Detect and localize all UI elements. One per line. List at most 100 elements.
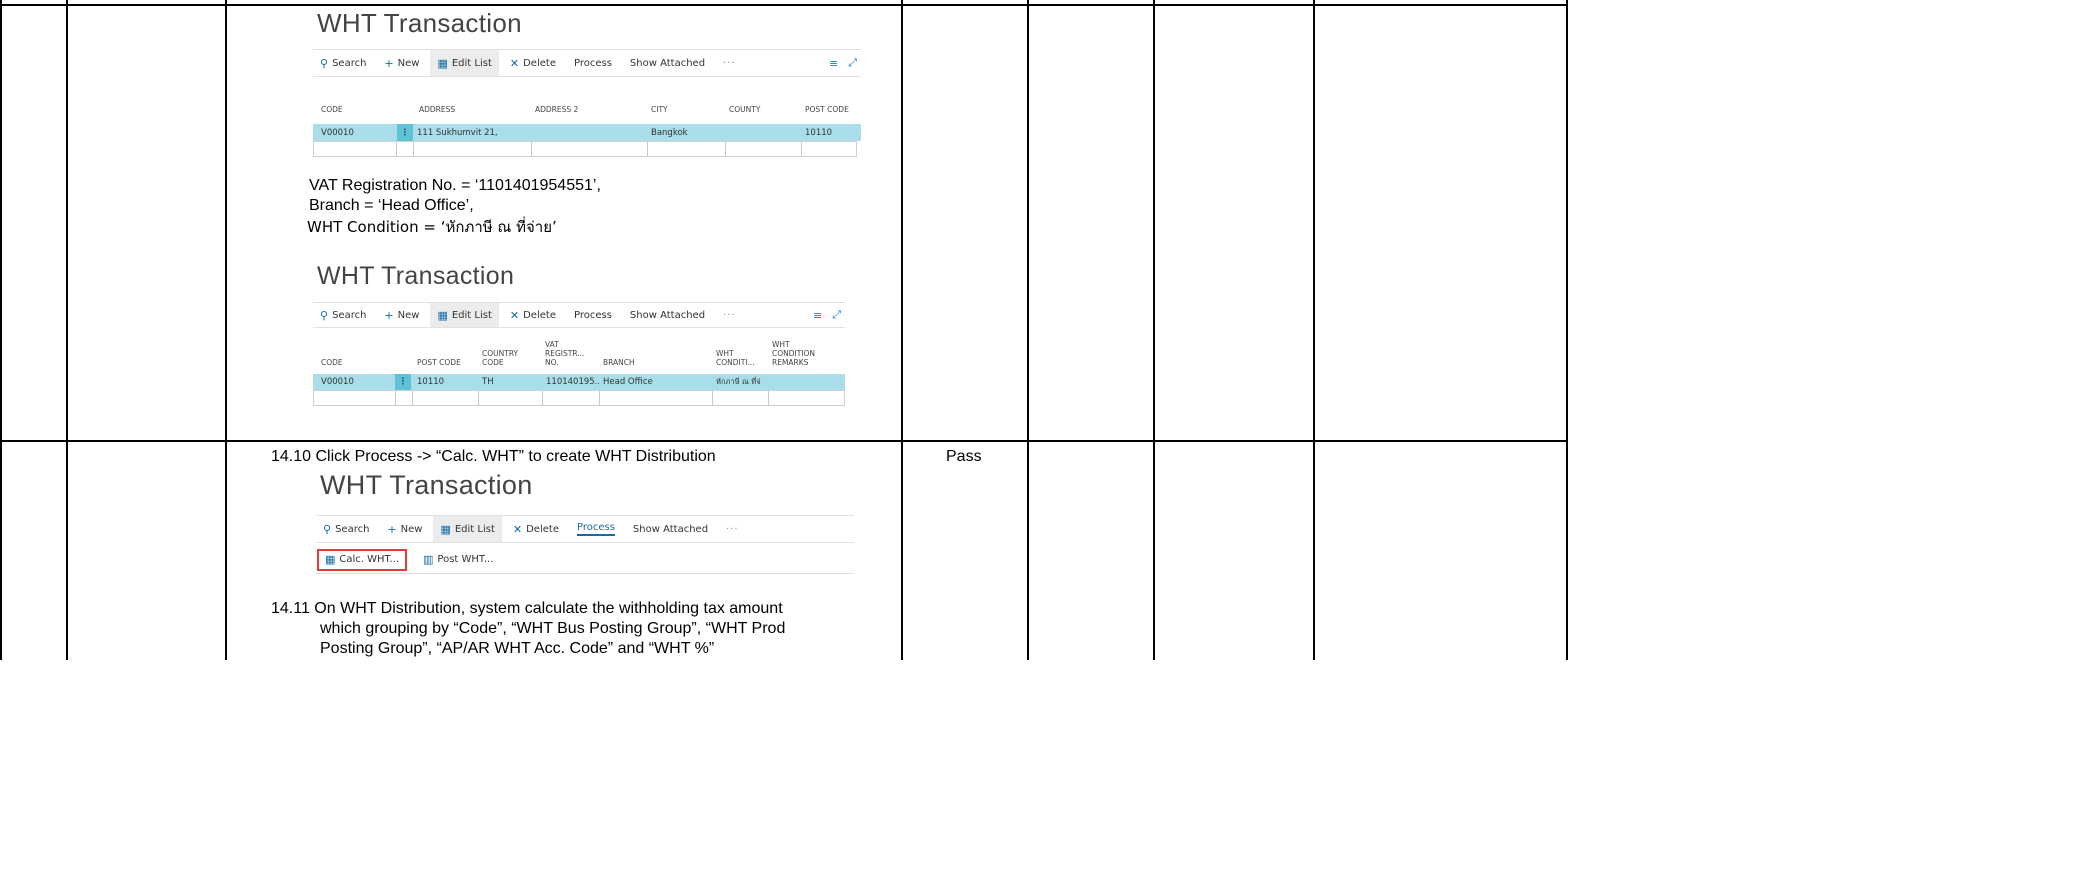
step-14-11-line-1: 14.11 On WHT Distribution, system calcul…	[271, 600, 783, 617]
cell-code: V00010	[321, 377, 354, 387]
search-icon: ⚲	[320, 56, 329, 70]
table-row-new[interactable]	[313, 390, 845, 406]
condition-vat-registration: VAT Registration No. = ‘1101401954551’,	[309, 177, 601, 194]
edit-list-button[interactable]: ▦ Edit List	[433, 516, 502, 542]
column-header-post-code[interactable]: POST CODE	[805, 105, 849, 114]
wht-transaction-screenshot-1: WHT Transaction ⚲ Search + New ▦ Edit List …	[313, 8, 861, 160]
wht-transaction-screenshot-3: WHT Transaction ⚲ Search + New ▦ Edit List …	[316, 470, 854, 576]
search-icon: ⚲	[323, 522, 332, 536]
search-button[interactable]: ⚲ Search	[316, 516, 376, 542]
table-row-new[interactable]	[313, 141, 857, 157]
edit-list-icon: ▦	[437, 308, 448, 322]
column-header-wht-condition[interactable]: WHT CONDITI...	[716, 349, 762, 367]
step-14-11-line-2: which grouping by “Code”, “WHT Bus Posti…	[320, 620, 786, 637]
table-row-divider	[0, 440, 1568, 442]
table-col-divider-1	[66, 0, 68, 660]
new-button[interactable]: + New	[380, 516, 429, 542]
row-actions-icon[interactable]: ⋮	[395, 374, 411, 390]
table-row[interactable]: V00010 ⋮ 111 Sukhumvit 21, Bangkok 10110	[313, 124, 861, 141]
column-header-country-code[interactable]: COUNTRY CODE	[482, 349, 526, 367]
column-header-county[interactable]: COUNTY	[729, 105, 760, 114]
table-row[interactable]: V00010 ⋮ 10110 TH 110140195... Head Offi…	[313, 374, 845, 390]
new-button[interactable]: + New	[377, 303, 426, 327]
process-menu[interactable]: Process	[567, 50, 619, 76]
search-icon: ⚲	[320, 308, 329, 322]
table-col-divider-5	[1153, 0, 1155, 660]
list-icon[interactable]: ≡	[813, 309, 822, 322]
expand-icon[interactable]: ⤢	[848, 56, 857, 70]
table-border-left	[0, 0, 2, 660]
calculator-icon: ▦	[325, 553, 336, 566]
step-14-10-result: Pass	[946, 448, 982, 465]
step-14-10-text: 14.10 Click Process -> “Calc. WHT” to cr…	[271, 448, 716, 465]
close-icon: ✕	[509, 56, 520, 70]
cell-code: V00010	[321, 127, 354, 138]
action-bar: ⚲ Search + New ▦ Edit List ✕ Delete Process …	[313, 302, 845, 328]
cell-country-code: TH	[482, 377, 494, 387]
cell-post-code: 10110	[805, 127, 833, 138]
more-options-button[interactable]: ···	[719, 516, 746, 542]
expand-icon[interactable]: ⤢	[832, 308, 841, 322]
condition-wht: WHT Condition = ‘หักภาษี ณ ที่จ่าย’	[307, 218, 557, 236]
table-col-divider-6	[1313, 0, 1315, 660]
table-col-divider-2	[225, 0, 227, 660]
process-menu[interactable]: Process	[567, 303, 619, 327]
more-options-button[interactable]: ···	[716, 303, 743, 327]
table-col-divider-3	[901, 0, 903, 660]
delete-button[interactable]: ✕ Delete	[506, 516, 566, 542]
table-col-divider-4	[1027, 0, 1029, 660]
edit-list-button[interactable]: ▦ Edit List	[430, 303, 499, 327]
search-button[interactable]: ⚲ Search	[313, 303, 373, 327]
show-attached-button[interactable]: Show Attached	[623, 303, 712, 327]
column-header-vat-registration[interactable]: VAT REGISTR... NO.	[545, 340, 589, 367]
plus-icon: +	[384, 56, 394, 70]
process-menu[interactable]: Process	[570, 516, 622, 542]
cell-post-code: 10110	[417, 377, 445, 387]
column-header-code[interactable]: CODE	[321, 358, 343, 367]
plus-icon: +	[384, 308, 394, 322]
column-header-branch[interactable]: BRANCH	[603, 358, 635, 367]
cell-county	[725, 124, 801, 141]
page-title: WHT Transaction	[320, 470, 533, 500]
more-options-button[interactable]: ···	[716, 50, 743, 76]
action-bar: ⚲ Search + New ▦ Edit List ✕ Delete Process …	[313, 49, 861, 77]
list-icon[interactable]: ≡	[829, 57, 838, 70]
column-header-city[interactable]: CITY	[651, 105, 668, 114]
post-wht-button[interactable]: ▥ Post WHT...	[417, 549, 499, 571]
close-icon: ✕	[512, 522, 523, 536]
new-button[interactable]: + New	[377, 50, 426, 76]
cell-address: 111 Sukhumvit 21,	[417, 127, 498, 138]
wht-transaction-screenshot-2: WHT Transaction ⚲ Search + New ▦ Edit List …	[313, 260, 845, 408]
cell-wht-condition: หักภาษี ณ ที่จ่	[716, 377, 761, 386]
edit-list-icon: ▦	[440, 522, 451, 536]
search-button[interactable]: ⚲ Search	[313, 50, 373, 76]
column-header-post-code[interactable]: POST CODE	[417, 358, 461, 367]
plus-icon: +	[387, 522, 397, 536]
condition-branch: Branch = ‘Head Office’,	[309, 197, 474, 214]
data-grid: CODE POST CODE COUNTRY CODE VAT REGISTR.…	[313, 334, 845, 408]
delete-button[interactable]: ✕ Delete	[503, 50, 563, 76]
delete-button[interactable]: ✕ Delete	[503, 303, 563, 327]
close-icon: ✕	[509, 308, 520, 322]
step-14-11-line-3: Posting Group”, “AP/AR WHT Acc. Code” an…	[320, 640, 715, 657]
row-actions-icon[interactable]: ⋮	[397, 124, 413, 141]
data-grid: CODE ADDRESS ADDRESS 2 CITY COUNTY POST …	[313, 100, 861, 160]
action-bar: ⚲ Search + New ▦ Edit List ✕ Delete Process …	[316, 515, 854, 543]
table-border-top	[0, 4, 1568, 6]
calc-wht-button[interactable]: ▦ Calc. WHT...	[317, 548, 408, 571]
cell-vat-registration: 110140195...	[546, 377, 599, 387]
page-title: WHT Transaction	[317, 8, 522, 38]
show-attached-button[interactable]: Show Attached	[623, 50, 712, 76]
process-submenu: ▦ Calc. WHT... ▥ Post WHT...	[316, 546, 854, 574]
edit-list-button[interactable]: ▦ Edit List	[430, 50, 499, 76]
cell-branch: Head Office	[603, 377, 653, 387]
table-border-right	[1566, 0, 1568, 660]
column-header-address-2[interactable]: ADDRESS 2	[535, 105, 578, 114]
cell-address-2	[531, 124, 647, 141]
edit-list-icon: ▦	[437, 56, 448, 70]
column-header-wht-condition-remarks[interactable]: WHT CONDITION REMARKS	[772, 340, 832, 367]
show-attached-button[interactable]: Show Attached	[626, 516, 715, 542]
cell-city: Bangkok	[651, 127, 688, 138]
column-header-code[interactable]: CODE	[321, 105, 343, 114]
column-header-address[interactable]: ADDRESS	[419, 105, 455, 114]
